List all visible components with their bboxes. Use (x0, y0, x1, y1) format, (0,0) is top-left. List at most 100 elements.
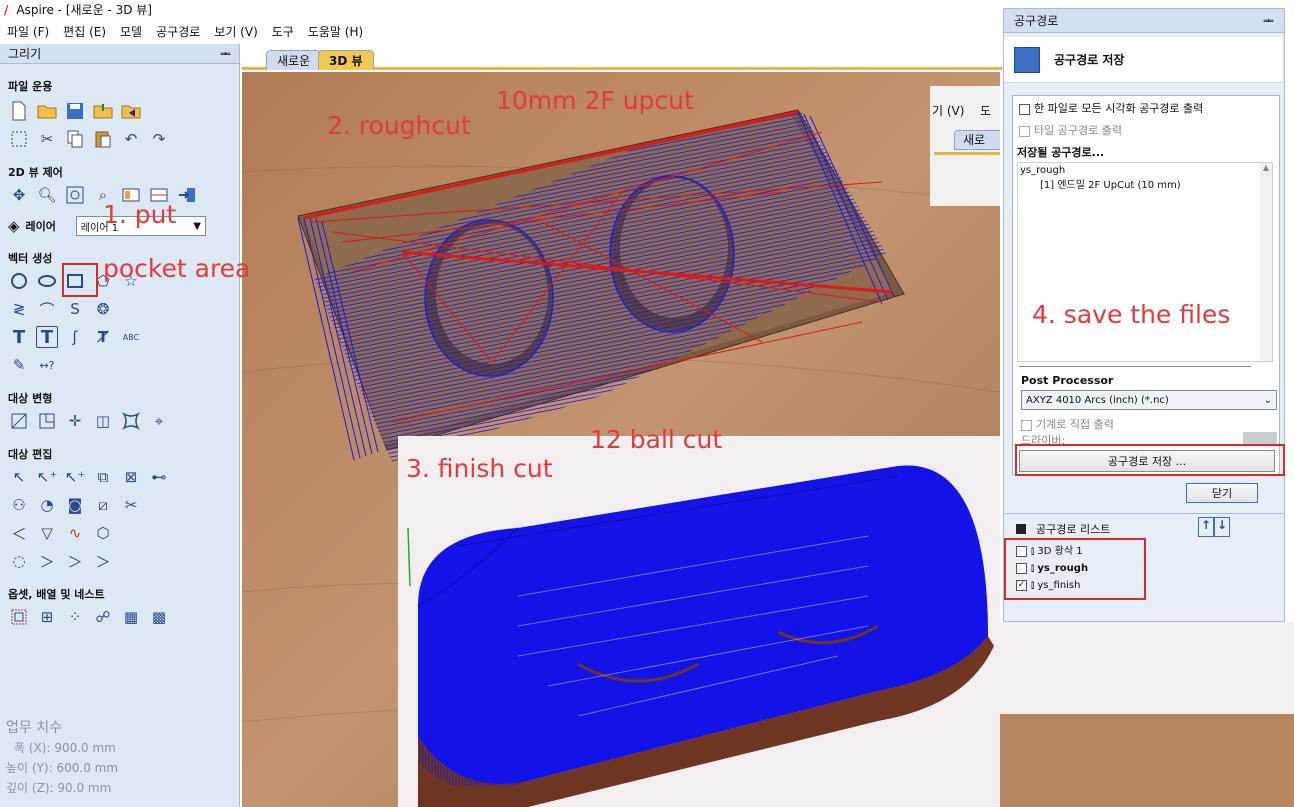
open-folder-icon[interactable] (36, 100, 58, 122)
subtract-icon[interactable]: ◔ (36, 494, 58, 516)
align-object-icon[interactable]: ✛ (64, 410, 86, 432)
pin-icon[interactable]: ᆂ (220, 45, 231, 62)
layers-icon[interactable]: ◈ (8, 217, 20, 235)
ungroup-icon[interactable]: ⊠ (120, 466, 142, 488)
offset-icon[interactable] (8, 606, 30, 628)
export-folder-icon[interactable] (120, 100, 142, 122)
origin-icon[interactable]: ⌖ (148, 410, 170, 432)
background-window: 기 (V) 도 새로 (930, 86, 1000, 206)
menu-file[interactable]: 파일 (F) (0, 23, 56, 40)
checkbox-direct-output[interactable] (1021, 419, 1032, 431)
cut-icon[interactable]: ✂ (36, 128, 58, 150)
polyline-tool-icon[interactable]: ≷ (8, 298, 30, 320)
close-button[interactable]: 닫기 (1186, 483, 1258, 503)
pin-icon[interactable]: ᆂ (1263, 12, 1274, 29)
distort-object-icon[interactable] (120, 410, 142, 432)
undo-icon[interactable]: ↶ (120, 128, 142, 150)
ellipse-tool-icon[interactable] (36, 270, 58, 292)
array-icon[interactable]: ⊞ (36, 606, 58, 628)
select-pointer-icon[interactable]: ↖ (8, 466, 30, 488)
new-file-icon[interactable] (8, 100, 30, 122)
close-vector-icon[interactable]: ⬡ (92, 522, 114, 544)
menu-edit[interactable]: 편집 (E) (56, 23, 113, 40)
chevron-icon-c[interactable]: ＞ (92, 550, 114, 572)
text-box-tool-icon[interactable]: T (36, 326, 58, 348)
curve-fit-icon[interactable]: ▽ (36, 522, 58, 544)
measure-icon[interactable]: ⊷ (148, 466, 170, 488)
text-arc-icon[interactable]: ABC (120, 326, 142, 348)
menu-tools[interactable]: 도구 (265, 23, 301, 40)
spiral-tool-icon[interactable]: ❂ (92, 298, 114, 320)
nest-parts-icon[interactable]: ▩ (148, 606, 170, 628)
move-up-icon[interactable]: ↑ (1198, 517, 1214, 537)
smooth-curve-icon[interactable]: ∿ (64, 522, 86, 544)
copy-along-curve-icon[interactable]: ☍ (92, 606, 114, 628)
curve-tool-icon[interactable]: S (64, 298, 86, 320)
view-toggle-icon[interactable] (176, 184, 198, 206)
pan-icon[interactable]: ✥ (8, 184, 30, 206)
checkbox-all-in-one[interactable] (1019, 103, 1030, 115)
nodes-icon[interactable]: ◌ (8, 550, 30, 572)
zoom-fit-icon[interactable] (64, 184, 86, 206)
arc-tool-icon[interactable]: ⌒ (36, 298, 58, 320)
save-options-box: 한 파일로 모든 시각화 공구경로 출력 타일 공구경로 출력 저장될 공구경로… (1012, 95, 1280, 475)
menu-model[interactable]: 모델 (113, 23, 149, 40)
nest-icon[interactable]: ▦ (120, 606, 142, 628)
annotation-step3: 3. finish cut (406, 454, 553, 483)
tab-3d-view[interactable]: 3D 뷰 (318, 50, 374, 70)
checkbox-tile[interactable] (1019, 125, 1030, 137)
fillet-icon[interactable]: ⧄ (92, 494, 114, 516)
option-all-in-one[interactable]: 한 파일로 모든 시각화 공구경로 출력 (1019, 100, 1203, 116)
chevron-icon-a[interactable]: ＞ (36, 550, 58, 572)
chevron-icon-b[interactable]: ＞ (64, 550, 86, 572)
saved-toolpaths-list[interactable]: ys_rough [1] 엔드밀 2F UpCut (10 mm) ▲ (1017, 162, 1273, 362)
save-toolpath-heading: 공구경로 저장 (1054, 53, 1125, 67)
select-all-icon[interactable] (8, 128, 30, 150)
text-on-curve-icon[interactable]: ʃ (64, 326, 86, 348)
paste-icon[interactable] (92, 128, 114, 150)
post-processor-dropdown[interactable]: AXYZ 4010 Arcs (inch) (*.nc) ⌄ (1021, 390, 1277, 410)
save-icon[interactable] (64, 100, 86, 122)
intersect-icon[interactable]: ◙ (64, 494, 86, 516)
redo-icon[interactable]: ↷ (148, 128, 170, 150)
annotation-tool1: 10mm 2F upcut (496, 86, 694, 115)
draw-tool-icon[interactable]: ✎ (8, 354, 30, 376)
option-all-in-one-label: 한 파일로 모든 시각화 공구경로 출력 (1034, 102, 1204, 115)
list-scrollbar[interactable]: ▲ (1260, 163, 1272, 361)
job-dimensions-header: 업무 치수 (6, 720, 62, 736)
scale-object-icon[interactable] (36, 410, 58, 432)
trim-icon[interactable]: ✂ (120, 494, 142, 516)
menu-help[interactable]: 도움말 (H) (301, 23, 370, 40)
mirror-object-icon[interactable]: ◫ (92, 410, 114, 432)
depth-label: 깊이 (Z): (6, 781, 54, 795)
divider (1004, 513, 1284, 514)
section-edit: 대상 편집 (8, 448, 53, 461)
chevron-down-icon: ▼ (193, 220, 201, 232)
save-toolpath-icon (1014, 46, 1040, 73)
list-collapse-icon[interactable] (1016, 524, 1026, 534)
option-tile[interactable]: 타일 공구경로 출력 (1019, 122, 1122, 138)
saved-item: [1] 엔드밀 2F UpCut (10 mm) (1040, 180, 1181, 191)
move-object-icon[interactable] (8, 410, 30, 432)
group-icon[interactable]: ⧉ (92, 466, 114, 488)
option-direct-output[interactable]: 기계로 직접 출력 (1021, 416, 1114, 432)
text-tool-icon[interactable]: T (8, 326, 30, 348)
zoom-icon[interactable]: 🔍︎ (36, 184, 58, 206)
tab-2d-view[interactable]: 새로운 (266, 50, 322, 70)
circular-array-icon[interactable]: ⁘ (64, 606, 86, 628)
toolpath-panel-title: 공구경로 (1014, 14, 1059, 28)
interactive-edit-icon[interactable]: ↖⁺ (64, 466, 86, 488)
circle-tool-icon[interactable] (8, 270, 30, 292)
move-down-icon[interactable]: ↓ (1214, 517, 1230, 537)
menu-view[interactable]: 보기 (V) (207, 23, 264, 40)
menu-toolpath[interactable]: 공구경로 (149, 23, 207, 40)
join-open-icon[interactable]: ＜ (8, 522, 30, 544)
node-edit-icon[interactable]: ↖⁺ (36, 466, 58, 488)
dimension-tool-icon[interactable]: ↔? (36, 354, 58, 376)
weld-icon[interactable]: ⚇ (8, 494, 30, 516)
drawing-panel: 그리기 ᆂ 파일 운용 ✂ ↶ ↷ 2D 뷰 제어 ✥ 🔍︎ ⌕ ◈ 레이어 레… (0, 44, 240, 807)
text-auto-layout-icon[interactable]: Ⱦ (92, 326, 114, 348)
copy-icon[interactable] (64, 128, 86, 150)
app-logo-icon: / (4, 2, 9, 17)
import-folder-icon[interactable] (92, 100, 114, 122)
